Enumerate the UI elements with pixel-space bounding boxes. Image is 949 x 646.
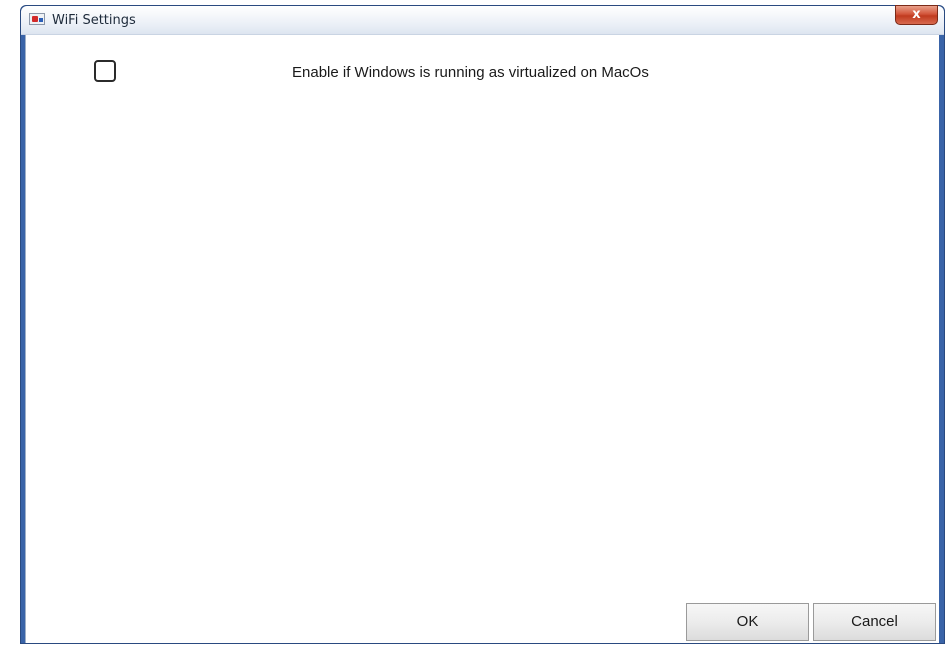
dialog-content: Enable if Windows is running as virtuali… — [25, 35, 939, 643]
close-icon: x — [912, 7, 921, 22]
virtualized-macos-checkbox[interactable] — [94, 60, 116, 82]
wifi-settings-window: WiFi Settings x Enable if Windows is run… — [20, 5, 945, 644]
virtualized-macos-label[interactable]: Enable if Windows is running as virtuali… — [292, 64, 649, 81]
title-bar[interactable]: WiFi Settings x — [21, 5, 944, 35]
ok-button[interactable]: OK — [686, 603, 809, 641]
window-title: WiFi Settings — [52, 13, 136, 28]
cancel-button[interactable]: Cancel — [813, 603, 936, 641]
app-icon — [29, 13, 45, 25]
close-button[interactable]: x — [895, 5, 938, 25]
